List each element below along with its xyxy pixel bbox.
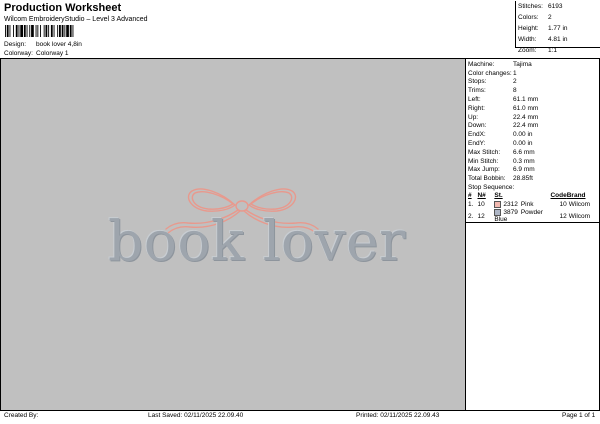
colorway-row: Colorway: Colorway 1 [4,50,69,57]
info-row: Stops: 2 [468,78,598,87]
stat-value: 1.77 in [548,25,568,32]
info-row: Right: 61.0 mm [468,104,598,113]
design-value: book lover 4,8in [36,41,82,48]
frame-bottom-line [0,410,600,411]
stat-label: Width: [518,36,537,43]
column-header: # [468,192,472,200]
printed-date: Printed: 02/11/2025 22.09.43 [356,412,440,419]
brand-name: Wilcom [568,201,591,209]
info-value: 8 [513,87,517,95]
info-label: Machine: [468,60,495,68]
stat-value: 2 [548,14,552,21]
column-header: St. [494,192,503,200]
info-label: EndX: [468,131,486,139]
info-row: EndY: 0.00 in [468,139,598,148]
info-value: 6.9 mm [513,166,535,174]
stop-sequence-table: # N# St. Code Brand 1. 10 2312 Pink 10 Wilcom 2. 12 3… [468,191,596,223]
info-value: 0.3 mm [513,157,535,165]
stop-sequence-heading: Stop Sequence: [468,184,515,192]
info-value: 22.4 mm [513,122,539,130]
stat-row-width: Width: 4.81 in [516,34,600,45]
stat-row-zoom: Zoom: 1:1 [516,45,600,56]
info-value: 0.00 in [513,131,533,139]
info-row: Trims: 8 [468,86,598,95]
info-label: Stops: [468,78,487,86]
color-cell: 2312 Pink [494,200,550,209]
stats-box: Stitches: 6193 Colors: 2 Height: 1.77 in Wi… [515,1,600,54]
column-header: Brand [566,192,586,200]
info-label: Total Bobbin: [468,175,506,183]
table-header-row: # N# St. Code Brand [468,191,596,200]
info-value: 61.1 mm [513,96,539,104]
stat-row-colors: Colors: 2 [516,12,600,23]
panel-separator [466,222,599,223]
stat-value: 1:1 [548,47,558,54]
info-label: Trims: [468,87,486,95]
stat-label: Height: [518,25,539,32]
stat-value: 6193 [548,3,563,10]
needle-number: 10 [477,201,485,209]
info-value: 61.0 mm [513,104,539,112]
machine-info-panel: Machine: Tajima Color changes: 1 Stops: 2 Trim… [468,60,598,223]
stat-label: Stitches: [518,3,543,10]
info-label: Max Stitch: [468,148,501,156]
stat-row-stitches: Stitches: 6193 [516,1,600,12]
info-value: 0.00 in [513,140,533,148]
software-name: Wilcom EmbroideryStudio – Level 3 Advanc… [4,16,148,23]
info-row: Total Bobbin: 28.85ft [468,174,598,183]
color-swatch [494,209,502,217]
thread-code: 3879 [503,209,518,217]
design-text: book lover [108,209,406,273]
design-row: Design: book lover 4,8in [4,41,82,48]
info-value: 1 [513,69,517,77]
info-row: Machine: Tajima [468,60,598,69]
column-header: Code [550,192,567,200]
info-row: Left: 61.1 mm [468,95,598,104]
info-row: Max Stitch: 6.6 mm [468,148,598,157]
info-label: Max Jump: [468,166,500,174]
page-number: Page 1 of 1 [562,412,596,419]
info-row: Down: 22.4 mm [468,122,598,131]
thread-name: Pink [520,201,534,209]
info-label: Color changes: [468,69,512,77]
colorway-value: Colorway 1 [36,50,69,57]
row-index: 1. [468,201,474,209]
colorway-label: Colorway: [4,50,33,57]
info-row: Color changes: 1 [468,69,598,78]
worksheet-title: Production Worksheet [4,2,122,14]
design-label: Design: [4,41,27,48]
barcode [5,25,74,37]
stat-row-height: Height: 1.77 in [516,23,600,34]
info-row: Min Stitch: 0.3 mm [468,157,598,166]
table-row: 1. 10 2312 Pink 10 Wilcom [468,200,596,209]
info-label: Left: [468,96,481,104]
info-value: 2 [513,78,517,86]
info-label: Up: [468,113,479,121]
info-value: 6.6 mm [513,148,535,156]
color-swatch [494,201,502,209]
panel-divider [465,58,466,410]
info-label: EndY: [468,140,486,148]
info-label: Right: [468,104,485,112]
stop-number: 10 [559,201,567,209]
info-row: Up: 22.4 mm [468,113,598,122]
stat-value: 4.81 in [548,36,568,43]
info-label: Down: [468,122,487,130]
info-value: Tajima [513,60,532,68]
created-by: Created By: [4,412,39,419]
info-row: EndX: 0.00 in [468,130,598,139]
info-label: Min Stitch: [468,157,499,165]
info-value: 22.4 mm [513,113,539,121]
last-saved: Last Saved: 02/11/2025 22.09.40 [148,412,244,419]
info-value: 28.85ft [513,175,533,183]
thread-code: 2312 [503,201,518,209]
stat-label: Zoom: [518,47,537,54]
info-row: Max Jump: 6.9 mm [468,166,598,175]
column-header: N# [477,192,486,200]
stat-label: Colors: [518,14,539,21]
